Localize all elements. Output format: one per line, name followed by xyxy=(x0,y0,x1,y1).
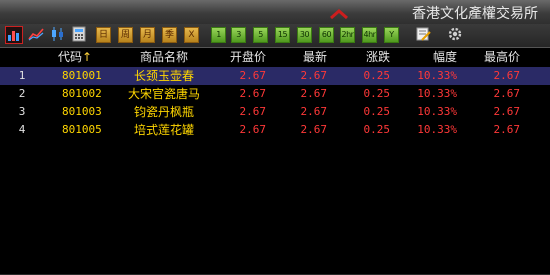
row-high: 2.67 xyxy=(493,69,521,82)
row-high: 2.67 xyxy=(493,123,521,136)
row-amplitude: 10.33% xyxy=(417,87,457,100)
row-code: 801002 xyxy=(62,87,102,100)
edit-icon[interactable] xyxy=(415,26,433,44)
column-high-header[interactable]: 最高价 xyxy=(466,48,520,65)
minute-15-button[interactable]: 15 xyxy=(275,27,290,43)
row-name: 钧瓷丹枫瓶 xyxy=(133,105,194,119)
candlestick-icon[interactable] xyxy=(50,26,68,44)
column-code-header[interactable]: 代码↑ xyxy=(58,48,108,65)
line-chart-icon[interactable] xyxy=(28,26,46,44)
sort-ascending-icon: ↑ xyxy=(82,50,93,64)
hour-2-button[interactable]: 2hr xyxy=(340,27,355,43)
minute-5-button[interactable]: 5 xyxy=(253,27,268,43)
row-name: 大宋官瓷唐马 xyxy=(127,87,200,101)
column-open-header[interactable]: 开盘价 xyxy=(218,48,266,65)
row-code: 801003 xyxy=(62,105,102,118)
row-open: 2.67 xyxy=(239,69,267,82)
row-change: 0.25 xyxy=(363,105,391,118)
table-row[interactable]: 1 801001 长颈玉壶春 2.67 2.67 0.25 10.33% 2.6… xyxy=(0,67,550,85)
period-x-button[interactable]: X xyxy=(184,27,199,43)
column-name-header[interactable]: 商品名称 xyxy=(118,48,210,65)
quote-table: 1 801001 长颈玉壶春 2.67 2.67 0.25 10.33% 2.6… xyxy=(0,67,550,139)
hour-4-button[interactable]: 4hr xyxy=(362,27,377,43)
table-row[interactable]: 4 801005 培式莲花罐 2.67 2.67 0.25 10.33% 2.6… xyxy=(0,121,550,139)
column-change-header[interactable]: 涨跌 xyxy=(336,48,390,65)
row-last: 2.67 xyxy=(300,69,328,82)
row-change: 0.25 xyxy=(363,87,391,100)
row-index: 4 xyxy=(18,123,26,136)
row-high: 2.67 xyxy=(493,105,521,118)
row-last: 2.67 xyxy=(300,105,328,118)
minute-1-button[interactable]: 1 xyxy=(211,27,226,43)
toolbar: 日 周 月 季 X 1 3 5 15 30 60 2hr 4hr Y xyxy=(0,24,550,48)
column-amplitude-header[interactable]: 幅度 xyxy=(402,48,457,65)
row-open: 2.67 xyxy=(239,123,267,136)
row-open: 2.67 xyxy=(239,105,267,118)
table-header: 代码↑ 商品名称 开盘价 最新 涨跌 幅度 最高价 xyxy=(0,48,550,67)
title-bar: 香港文化產權交易所 xyxy=(0,0,550,25)
row-index: 2 xyxy=(18,87,26,100)
row-name: 长颈玉壶春 xyxy=(133,69,194,83)
row-name: 培式莲花罐 xyxy=(133,123,194,137)
row-change: 0.25 xyxy=(363,69,391,82)
row-open: 2.67 xyxy=(239,87,267,100)
column-last-header[interactable]: 最新 xyxy=(278,48,327,65)
row-last: 2.67 xyxy=(300,87,328,100)
settings-icon[interactable] xyxy=(447,26,465,44)
bar-chart-icon[interactable] xyxy=(5,26,23,44)
period-day-button[interactable]: 日 xyxy=(96,27,111,43)
table-row[interactable]: 2 801002 大宋官瓷唐马 2.67 2.67 0.25 10.33% 2.… xyxy=(0,85,550,103)
row-amplitude: 10.33% xyxy=(417,123,457,136)
period-quarter-button[interactable]: 季 xyxy=(162,27,177,43)
minute-60-button[interactable]: 60 xyxy=(319,27,334,43)
row-change: 0.25 xyxy=(363,123,391,136)
window-title: 香港文化產權交易所 xyxy=(412,6,538,22)
calculator-icon[interactable] xyxy=(71,26,89,44)
period-month-button[interactable]: 月 xyxy=(140,27,155,43)
row-index: 3 xyxy=(18,105,26,118)
minute-30-button[interactable]: 30 xyxy=(297,27,312,43)
minute-3-button[interactable]: 3 xyxy=(231,27,246,43)
table-row[interactable]: 3 801003 钧瓷丹枫瓶 2.67 2.67 0.25 10.33% 2.6… xyxy=(0,103,550,121)
collapse-chevron-icon[interactable] xyxy=(330,4,348,23)
row-amplitude: 10.33% xyxy=(417,69,457,82)
row-index: 1 xyxy=(18,69,26,82)
row-last: 2.67 xyxy=(300,123,328,136)
row-amplitude: 10.33% xyxy=(417,105,457,118)
row-code: 801001 xyxy=(62,69,102,82)
row-code: 801005 xyxy=(62,123,102,136)
period-week-button[interactable]: 周 xyxy=(118,27,133,43)
year-button[interactable]: Y xyxy=(384,27,399,43)
row-high: 2.67 xyxy=(493,87,521,100)
